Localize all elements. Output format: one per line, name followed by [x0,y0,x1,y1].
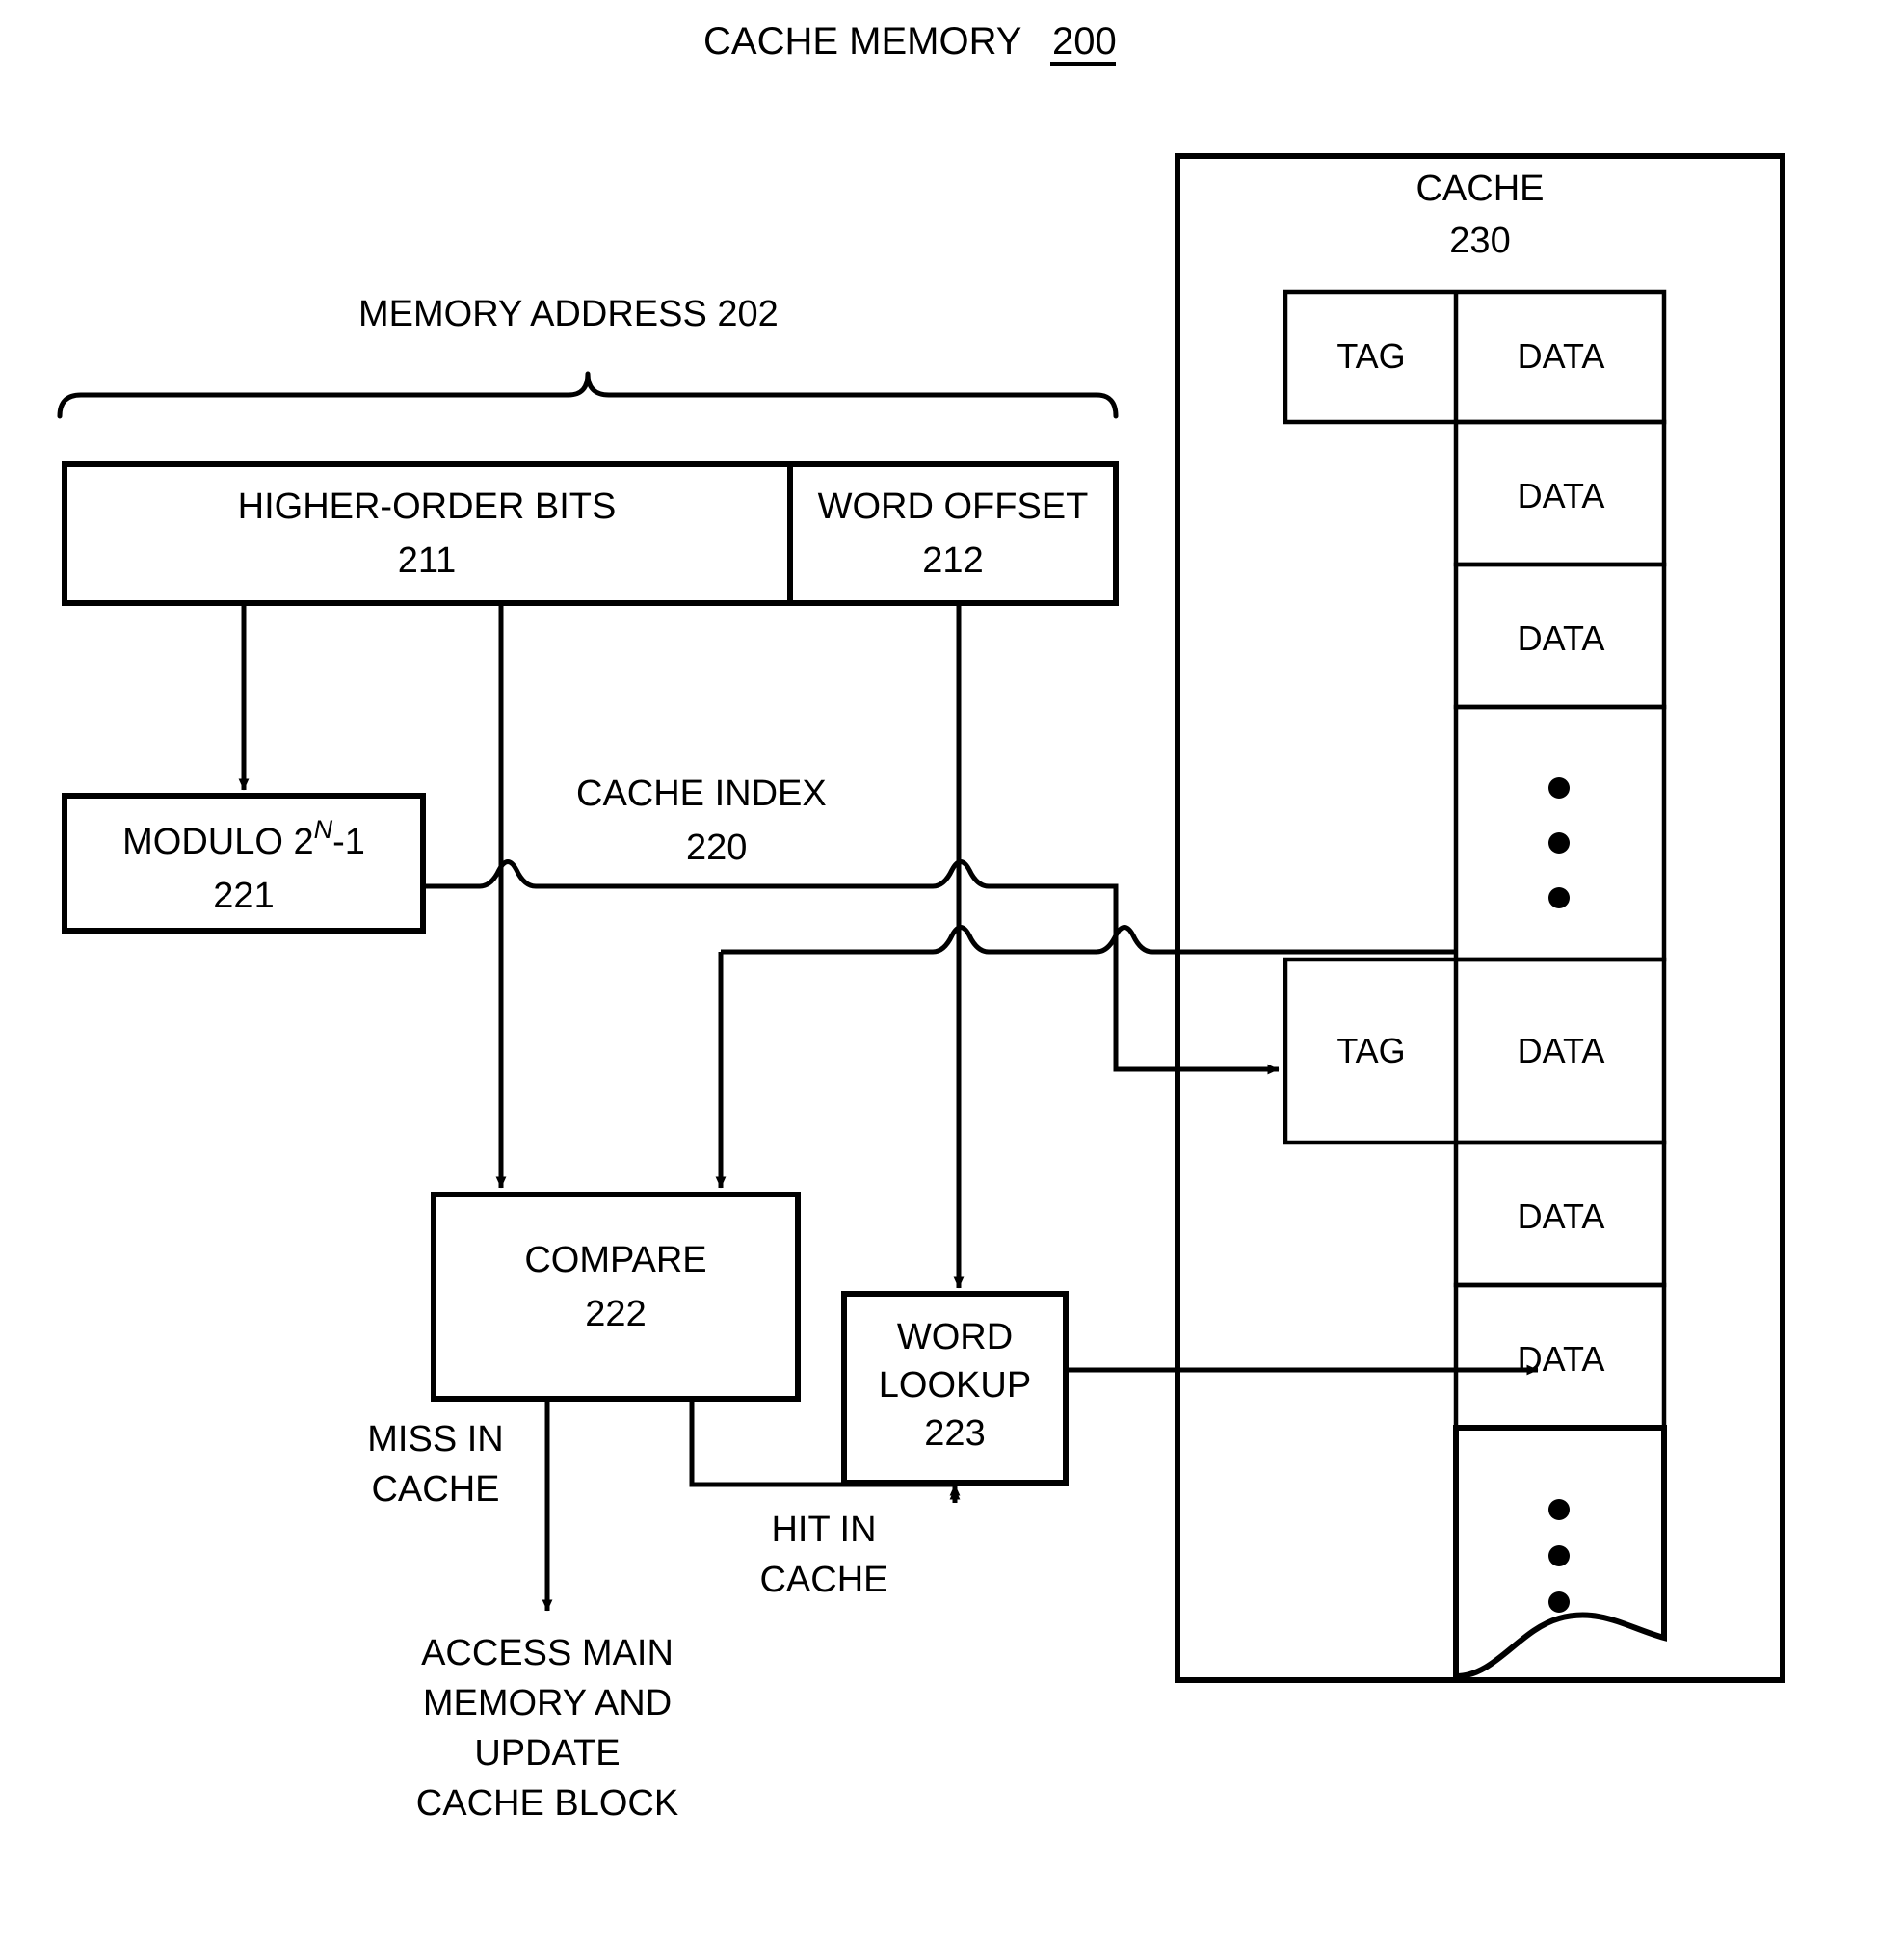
wire-modulo-to-tag-row [423,859,1280,1075]
memory-address-label: MEMORY ADDRESS 202 [358,294,779,334]
cache-index-label: CACHE INDEX [576,774,827,814]
cache-index-label-group: CACHE INDEX 220 [576,774,827,868]
cache-panel-title: CACHE [1415,169,1544,209]
memory-address-brace [57,371,1119,419]
hit-label-line2: CACHE [759,1560,887,1600]
compare-label: COMPARE [524,1240,706,1280]
modulo-suffix: -1 [332,822,365,862]
cache-row-3-data: DATA [1518,618,1605,658]
hit-label-group: HIT IN CACHE [759,1510,887,1600]
cache-row-7-data: DATA [1518,1339,1605,1379]
cache-row-5-tag: TAG [1336,1031,1405,1070]
figure-title: CACHE MEMORY 200 [703,20,1117,66]
cache-row-data-3: DATA [1453,562,1667,710]
outcome-label-group: ACCESS MAIN MEMORY AND UPDATE CACHE BLOC… [416,1633,678,1824]
modulo-superscript: N [314,815,333,844]
cache-index-ref: 220 [686,828,747,868]
ellipsis-dot [1548,887,1570,908]
cache-row-data-7: DATA [1453,1282,1667,1431]
word-lookup-label-1: WORD [897,1317,1013,1357]
miss-label-line1: MISS IN [367,1419,503,1460]
ellipsis-dot [1548,1591,1570,1613]
cache-row-ellipsis-wave [1453,1425,1667,1680]
outcome-line2: MEMORY AND [423,1683,672,1723]
wire-compare-hit [689,1399,955,1487]
miss-label-line2: CACHE [371,1469,499,1510]
cache-row-6-data: DATA [1518,1197,1605,1236]
ellipsis-dot [1548,1499,1570,1520]
cache-row-1-data: DATA [1518,336,1605,376]
ellipsis-dot [1548,832,1570,854]
figure-canvas: CACHE MEMORY 200 MEMORY ADDRESS 202 HIGH… [0,0,1904,1946]
cache-row-data-2: DATA [1453,419,1667,567]
hit-label-line1: HIT IN [771,1510,876,1550]
modulo-ref: 221 [213,876,274,916]
memory-address-box: HIGHER-ORDER BITS 211 WORD OFFSET 212 [62,461,1119,606]
cache-row-ellipsis-1 [1453,704,1667,962]
cache-memory-diagram: CACHE MEMORY 200 MEMORY ADDRESS 202 HIGH… [57,20,1785,1824]
outcome-line1: ACCESS MAIN [421,1633,674,1673]
word-offset-label: WORD OFFSET [818,486,1089,527]
modulo-prefix: MODULO 2 [122,822,313,862]
cache-panel: CACHE 230 TAG DATA DATA DATA TAG DATA DA… [1175,153,1785,1683]
word-lookup-block: WORD LOOKUP 223 [841,1291,1069,1486]
wire-index-bus-lower [721,925,1455,955]
ellipsis-dot [1548,1545,1570,1566]
cache-row-2-data: DATA [1518,476,1605,515]
miss-label-group: MISS IN CACHE [367,1419,503,1510]
higher-order-bits-ref: 211 [398,540,457,581]
cache-row-data-6: DATA [1453,1140,1667,1288]
compare-block: COMPARE 222 [431,1192,801,1402]
word-lookup-ref: 223 [924,1413,985,1454]
address-fields-outline [62,461,1119,606]
memory-address-group: MEMORY ADDRESS 202 [57,294,1119,419]
outcome-line3: UPDATE [474,1733,620,1774]
word-offset-ref: 212 [922,540,983,581]
modulo-block: MODULO 2N-1 221 [62,793,426,934]
cache-row-1-tag: TAG [1336,336,1405,376]
figure-title-text: CACHE MEMORY [703,20,1021,63]
ellipsis-dot [1548,777,1570,799]
outcome-line4: CACHE BLOCK [416,1783,678,1824]
cache-panel-ref: 230 [1449,221,1510,261]
cache-row-tag-data-1: TAG DATA [1283,289,1667,425]
cache-row-5-data: DATA [1518,1031,1605,1070]
higher-order-bits-label: HIGHER-ORDER BITS [238,486,617,527]
cache-panel-outline [1175,153,1785,1683]
word-lookup-label-2: LOOKUP [879,1365,1031,1406]
modulo-label-row: MODULO 2N-1 [122,815,365,862]
cache-row-tag-data-2: TAG DATA [1283,957,1667,1145]
figure-title-ref: 200 [1052,20,1117,63]
compare-ref: 222 [585,1294,646,1334]
